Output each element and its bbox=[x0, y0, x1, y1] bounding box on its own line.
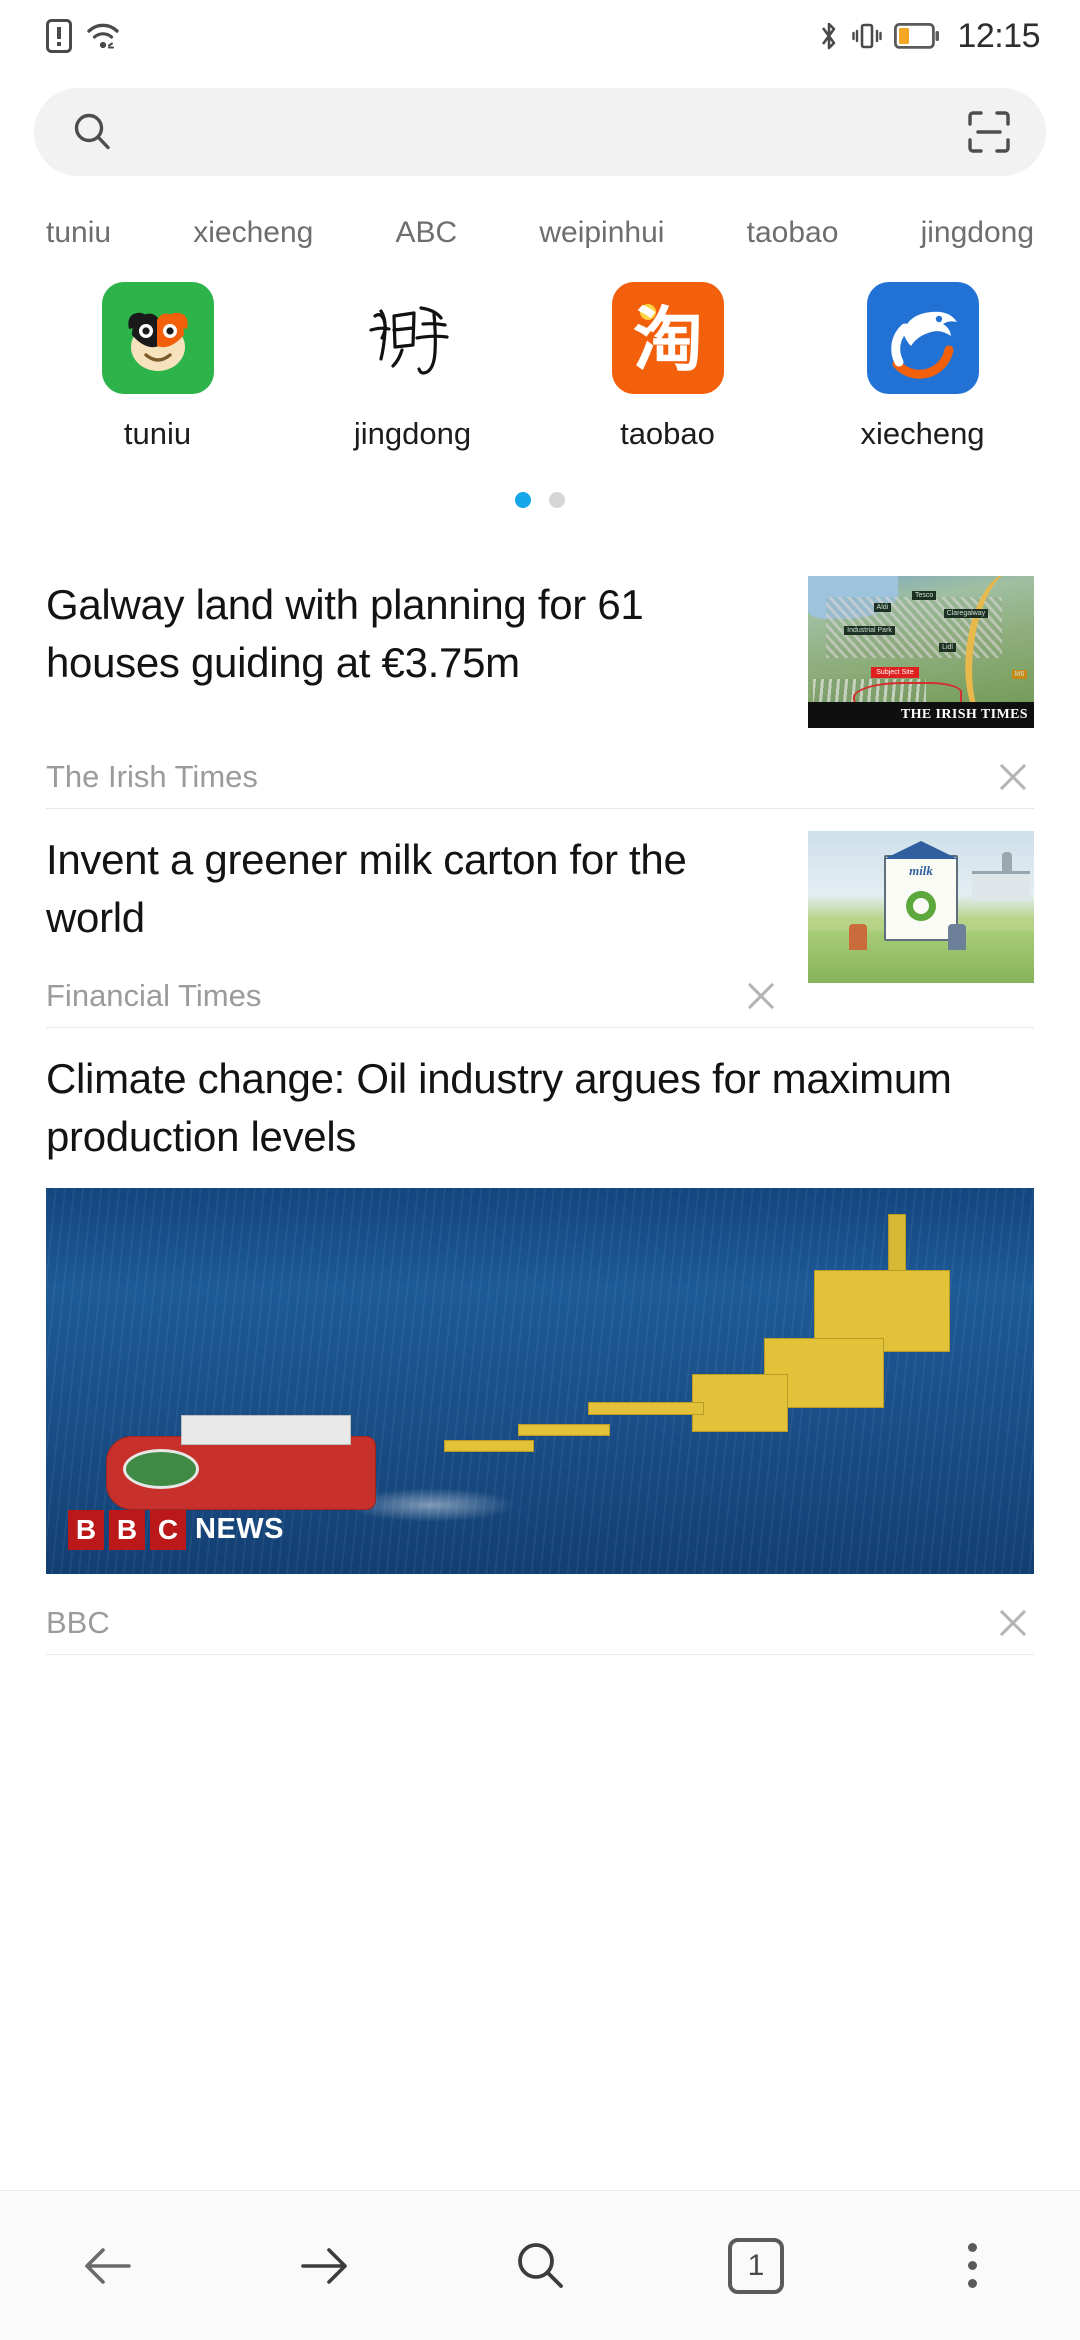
thumbnail-watermark-band: THE IRISH TIMES bbox=[808, 702, 1034, 728]
search-icon bbox=[74, 113, 110, 150]
news-title: Galway land with planning for 61 houses … bbox=[46, 581, 644, 686]
kebab-dot-1 bbox=[967, 2243, 977, 2252]
app-shortcut-jingdong[interactable]: jingdong bbox=[285, 282, 540, 452]
search-bar-container bbox=[0, 72, 1080, 176]
news-title: Invent a greener milk carton for the wor… bbox=[46, 836, 687, 941]
news-source: Financial Times bbox=[46, 977, 262, 1013]
bbc-news-logo: B B C NEWS bbox=[68, 1509, 284, 1550]
taobao-icon: 淘 bbox=[611, 282, 724, 394]
news-thumbnail-milk-cartoon: milk bbox=[808, 831, 1034, 983]
wifi-icon bbox=[87, 23, 119, 49]
map-label-2: Claregalway bbox=[943, 609, 989, 619]
rig-bridge-3 bbox=[444, 1439, 534, 1452]
news-divider bbox=[46, 1653, 1034, 1655]
close-icon[interactable] bbox=[740, 975, 782, 1017]
map-label-0: Tesco bbox=[911, 591, 937, 601]
tuniu-cow-icon bbox=[101, 282, 214, 394]
hot-keywords-row: tuniu xiecheng ABC weipinhui taobao jing… bbox=[0, 176, 1080, 250]
news-source: The Irish Times bbox=[46, 759, 258, 794]
arrow-right-icon bbox=[301, 2247, 347, 2284]
svg-text:淘: 淘 bbox=[633, 299, 703, 381]
rig-bridge-2 bbox=[518, 1423, 610, 1436]
nav-back-button[interactable] bbox=[38, 2211, 178, 2321]
search-bar-left bbox=[70, 110, 966, 154]
cartoon-figure-right bbox=[948, 923, 967, 950]
hot-keyword-0[interactable]: tuniu bbox=[46, 216, 111, 250]
rig-platform-c bbox=[692, 1373, 788, 1432]
sim-card-warning-icon bbox=[46, 19, 72, 53]
cartoon-ship bbox=[972, 870, 1030, 901]
kebab-dot-3 bbox=[967, 2279, 977, 2288]
app-shortcut-xiecheng[interactable]: xiecheng bbox=[795, 282, 1050, 452]
search-input[interactable] bbox=[136, 113, 966, 151]
news-feed: Galway land with planning for 61 houses … bbox=[0, 554, 1080, 1655]
nav-forward-button[interactable] bbox=[254, 2211, 394, 2321]
app-label-xiecheng: xiecheng bbox=[860, 416, 985, 451]
battery-low-icon bbox=[894, 23, 940, 49]
news-card-0[interactable]: Galway land with planning for 61 houses … bbox=[46, 554, 1034, 809]
hot-keyword-5[interactable]: jingdong bbox=[921, 216, 1034, 250]
search-bar[interactable] bbox=[34, 88, 1046, 176]
support-vessel bbox=[106, 1414, 376, 1510]
map-subject-site-label: Subject Site bbox=[871, 667, 919, 679]
map-label-4: Lidl bbox=[939, 642, 956, 652]
close-icon[interactable] bbox=[992, 1602, 1034, 1644]
bbc-letter-0: B bbox=[68, 1509, 104, 1550]
hot-keyword-4[interactable]: taobao bbox=[747, 216, 839, 250]
app-shortcut-taobao[interactable]: 淘 taobao bbox=[540, 282, 795, 452]
news-thumbnail-aerial-map: Tesco Aldi Claregalway Industrial Park L… bbox=[808, 576, 1034, 728]
browser-bottom-nav: 1 bbox=[0, 2190, 1080, 2340]
search-icon bbox=[518, 2242, 563, 2288]
nav-tabs-button[interactable]: 1 bbox=[686, 2211, 826, 2321]
status-bar: 12:15 bbox=[0, 0, 1080, 72]
cartoon-milk-word: milk bbox=[909, 863, 933, 879]
kebab-menu-icon bbox=[967, 2243, 977, 2288]
bbc-news-word: NEWS bbox=[195, 1513, 284, 1546]
qr-scan-icon[interactable] bbox=[966, 109, 1012, 155]
pager-dot-inactive[interactable] bbox=[549, 492, 565, 508]
pager-dot-active[interactable] bbox=[515, 492, 531, 508]
arrow-left-icon bbox=[85, 2247, 131, 2284]
news-title: Climate change: Oil industry argues for … bbox=[46, 1054, 952, 1160]
map-label-5: M6 bbox=[1011, 670, 1028, 680]
bbc-letter-2: C bbox=[150, 1509, 186, 1550]
hot-keyword-3[interactable]: weipinhui bbox=[539, 216, 664, 250]
status-bar-right: 12:15 bbox=[818, 17, 1040, 56]
cartoon-eco-leaf bbox=[906, 891, 936, 922]
nav-menu-button[interactable] bbox=[902, 2211, 1042, 2321]
vessel-deck bbox=[181, 1414, 351, 1445]
zhihu-script-icon bbox=[356, 282, 469, 394]
app-grid-pager bbox=[0, 452, 1080, 508]
app-shortcut-grid: tuniu jingdong 淘 taobao xiecheng bbox=[0, 250, 1080, 452]
kebab-dot-2 bbox=[967, 2261, 977, 2270]
app-label-tuniu: tuniu bbox=[123, 416, 192, 451]
cartoon-figure-left bbox=[848, 923, 867, 950]
close-icon[interactable] bbox=[992, 756, 1034, 798]
news-card-1[interactable]: Invent a greener milk carton for the wor… bbox=[46, 809, 1034, 1028]
tab-count-icon: 1 bbox=[728, 2237, 784, 2294]
bbc-letter-blocks: B B C bbox=[68, 1509, 186, 1550]
vibrate-icon bbox=[852, 23, 883, 49]
news-source: BBC bbox=[46, 1604, 110, 1640]
cartoon-carton-top bbox=[884, 841, 958, 860]
news-photo-oil-rig: B B C NEWS bbox=[46, 1187, 1034, 1574]
map-label-3: Industrial Park bbox=[844, 626, 895, 636]
status-bar-left bbox=[46, 19, 120, 53]
ctrip-dolphin-icon bbox=[866, 282, 979, 394]
helipad bbox=[123, 1448, 199, 1489]
app-shortcut-tuniu[interactable]: tuniu bbox=[30, 282, 285, 452]
thumbnail-watermark: THE IRISH TIMES bbox=[900, 707, 1028, 722]
map-label-1: Aldi bbox=[873, 603, 892, 613]
bbc-letter-1: B bbox=[109, 1509, 145, 1550]
app-label-jingdong: jingdong bbox=[353, 416, 472, 451]
cartoon-milk-carton: milk bbox=[884, 841, 958, 942]
status-bar-clock: 12:15 bbox=[957, 16, 1040, 55]
news-card-2[interactable]: Climate change: Oil industry argues for … bbox=[46, 1028, 1034, 1655]
app-label-taobao: taobao bbox=[620, 416, 715, 451]
hot-keyword-2[interactable]: ABC bbox=[396, 216, 458, 250]
nav-search-button[interactable] bbox=[470, 2211, 610, 2321]
hot-keyword-1[interactable]: xiecheng bbox=[193, 216, 313, 250]
rig-bridge-1 bbox=[588, 1401, 704, 1415]
bluetooth-icon bbox=[822, 22, 836, 50]
